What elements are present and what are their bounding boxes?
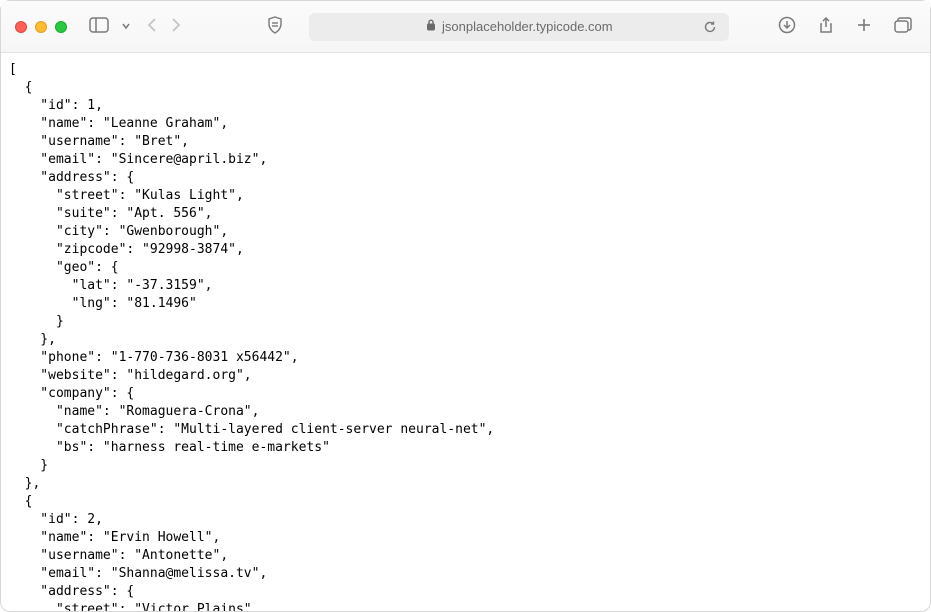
download-icon: [778, 16, 796, 37]
chevron-down-icon: [121, 19, 131, 34]
plus-icon: [856, 17, 872, 36]
minimize-window-button[interactable]: [35, 21, 47, 33]
forward-icon: [169, 17, 183, 36]
reload-button[interactable]: [699, 13, 721, 41]
forward-button[interactable]: [165, 13, 187, 41]
address-bar[interactable]: jsonplaceholder.typicode.com: [309, 13, 729, 41]
close-window-button[interactable]: [15, 21, 27, 33]
sidebar-icon: [89, 17, 109, 36]
browser-toolbar: jsonplaceholder.typicode.com: [1, 1, 930, 53]
lock-icon: [426, 19, 436, 34]
tab-group-menu-button[interactable]: [121, 13, 131, 41]
zoom-window-button[interactable]: [55, 21, 67, 33]
share-button[interactable]: [814, 13, 838, 41]
json-response-body: [ { "id": 1, "name": "Leanne Graham", "u…: [9, 61, 922, 611]
tab-overview-button[interactable]: [890, 13, 916, 41]
back-button[interactable]: [141, 13, 163, 41]
privacy-report-button[interactable]: [263, 13, 287, 41]
window-controls: [15, 21, 67, 33]
page-content: [ { "id": 1, "name": "Leanne Graham", "u…: [1, 53, 930, 611]
address-bar-url: jsonplaceholder.typicode.com: [442, 19, 613, 34]
share-icon: [818, 16, 834, 37]
sidebar-toggle-button[interactable]: [85, 13, 113, 41]
downloads-button[interactable]: [774, 13, 800, 41]
shield-icon: [267, 16, 283, 37]
new-tab-button[interactable]: [852, 13, 876, 41]
back-icon: [145, 17, 159, 36]
tabs-icon: [894, 17, 912, 36]
